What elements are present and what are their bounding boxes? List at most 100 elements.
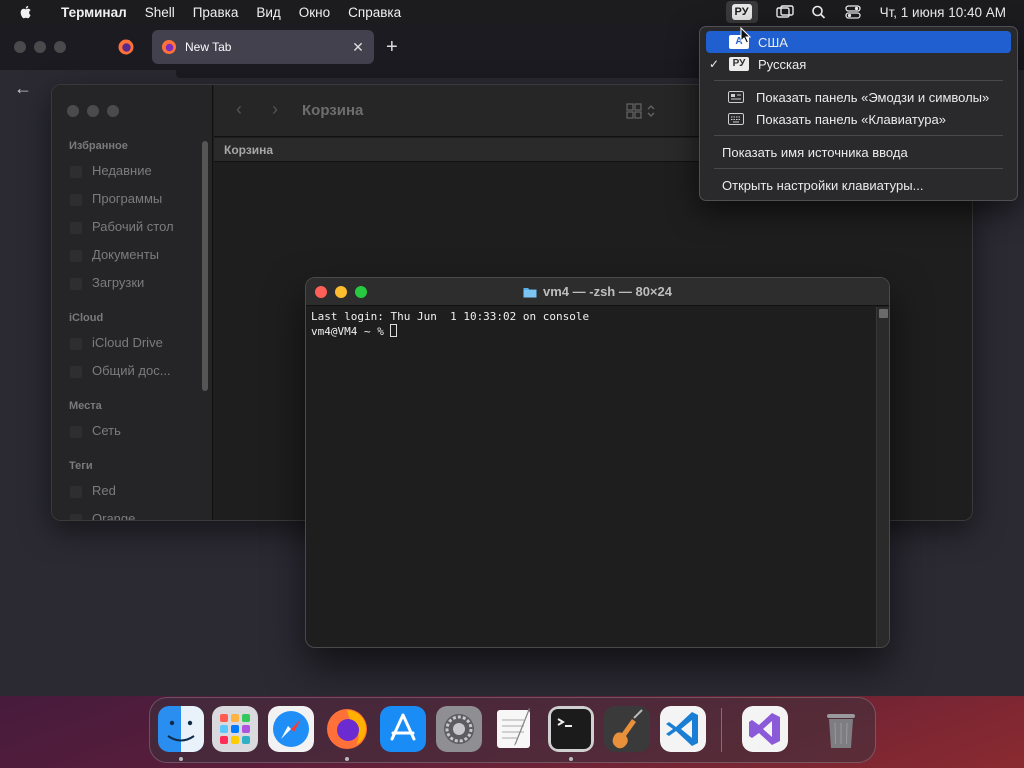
menu-help[interactable]: Справка [339,5,410,20]
menu-window[interactable]: Окно [290,5,339,20]
sidebar-scrollbar[interactable] [202,141,208,391]
running-indicator [569,757,573,761]
control-center-icon[interactable] [844,4,862,20]
menu-item-label: Показать панель «Эмодзи и символы» [756,89,990,105]
menu-view[interactable]: Вид [247,5,289,20]
close-window-button[interactable] [14,41,26,53]
close-window-button[interactable] [315,286,327,298]
trash-icon[interactable] [818,706,864,752]
sidebar-item-label: Red [92,483,116,498]
menu-item-show-emoji[interactable]: Показать панель «Эмодзи и символы» [706,86,1011,108]
menu-app-name[interactable]: Терминал [52,5,136,20]
back-arrow-icon[interactable]: ← [14,78,32,99]
scroll-knob[interactable] [879,309,888,318]
finder-app-icon[interactable] [158,706,204,752]
cloud-icon [70,338,82,350]
terminal-window: vm4 — -zsh — 80×24 Last login: Thu Jun 1… [305,277,890,648]
menu-item-usa[interactable]: A США [706,31,1011,53]
minimize-window-button[interactable] [34,41,46,53]
sidebar-item-label: Программы [92,191,163,206]
sidebar-item-recents[interactable]: Недавние [70,163,152,178]
dock [149,697,876,763]
safari-app-icon[interactable] [268,706,314,752]
finder-window-controls [67,105,119,117]
menu-separator [714,168,1003,169]
sidebar-item-label: Сеть [92,423,121,438]
sidebar-item-network[interactable]: Сеть [70,423,121,438]
visual-studio-app-icon[interactable] [742,706,788,752]
running-indicator [345,757,349,761]
launchpad-app-icon[interactable] [212,706,258,752]
menubar-clock[interactable]: Чт, 1 июня 10:40 AM [870,5,1024,20]
firefox-view-icon[interactable] [117,38,135,56]
view-options-icon[interactable] [626,101,660,121]
path-label: Корзина [224,143,274,157]
zoom-window-button[interactable] [54,41,66,53]
url-bar[interactable] [176,70,716,78]
terminal-window-controls [315,286,367,298]
menu-shell[interactable]: Shell [136,5,184,20]
keyboard-icon [728,113,744,125]
tab-title: New Tab [185,40,232,54]
firefox-app-icon[interactable] [324,706,370,752]
menu-separator [714,135,1003,136]
menu-separator [714,80,1003,81]
menu-item-label: Показать панель «Клавиатура» [756,111,946,127]
menubar-tray: РУ Чт, 1 июня 10:40 AM [725,0,1024,24]
input-source-badge: РУ [731,4,752,20]
app-store-app-icon[interactable] [380,706,426,752]
input-source-menu[interactable]: РУ [725,1,758,23]
emoji-panel-icon [728,91,744,103]
forward-button[interactable]: › [272,99,278,120]
sidebar-item-label: Общий дос... [92,363,171,378]
sidebar-item-applications[interactable]: Программы [70,191,163,206]
sidebar-header-icloud: iCloud [69,312,104,324]
text-cursor [390,324,398,337]
zoom-window-button[interactable] [355,286,367,298]
system-settings-app-icon[interactable] [436,706,482,752]
minimize-window-button[interactable] [335,286,347,298]
terminal-app-icon[interactable] [548,706,594,752]
back-button[interactable]: ‹ [236,99,242,120]
close-window-button[interactable] [67,105,79,117]
terminal-title: vm4 — -zsh — 80×24 [523,284,672,299]
terminal-output[interactable]: Last login: Thu Jun 1 10:33:02 on consol… [306,307,876,647]
spotlight-search-icon[interactable] [810,4,828,20]
minimize-window-button[interactable] [87,105,99,117]
document-icon [70,250,82,262]
terminal-scrollbar[interactable] [876,307,889,647]
sidebar-item-shared[interactable]: Общий дос... [70,363,171,378]
menu-item-label: США [758,34,788,50]
tab-new-tab[interactable]: New Tab ✕ [152,30,374,64]
zoom-window-button[interactable] [107,105,119,117]
sidebar-item-label: Документы [92,247,160,262]
globe-icon [70,426,82,438]
close-tab-icon[interactable]: ✕ [348,39,368,56]
applications-icon [70,194,82,206]
sidebar-item-tag-red[interactable]: Red [70,483,116,498]
menu-item-show-keyboard[interactable]: Показать панель «Клавиатура» [706,108,1011,130]
menu-item-label: Открыть настройки клавиатуры... [722,177,924,193]
sidebar-item-documents[interactable]: Документы [70,247,160,262]
vscode-app-icon[interactable] [660,706,706,752]
menu-item-show-source-name[interactable]: Показать имя источника ввода [706,141,1011,163]
sidebar-item-tag-orange[interactable]: Orange [70,511,135,520]
garageband-app-icon[interactable] [604,706,650,752]
browser-window-controls [14,41,66,53]
sidebar-item-icloud-drive[interactable]: iCloud Drive [70,335,163,350]
menu-item-russian[interactable]: ✓ РУ Русская [706,53,1011,75]
download-icon [70,278,82,290]
sidebar-item-label: iCloud Drive [92,335,163,350]
textedit-app-icon[interactable] [492,706,538,752]
sidebar-item-downloads[interactable]: Загрузки [70,275,144,290]
menu-item-label: Показать имя источника ввода [722,144,908,160]
menu-item-open-keyboard-settings[interactable]: Открыть настройки клавиатуры... [706,174,1011,196]
terminal-prompt: vm4@VM4 ~ % [311,325,391,338]
dock-separator [721,708,722,752]
apple-icon[interactable] [18,4,34,20]
screen-mirroring-icon[interactable] [775,4,794,20]
sidebar-item-desktop[interactable]: Рабочий стол [70,219,174,234]
new-tab-button[interactable]: + [386,36,398,59]
terminal-titlebar[interactable]: vm4 — -zsh — 80×24 [306,278,889,306]
menu-edit[interactable]: Правка [184,5,248,20]
